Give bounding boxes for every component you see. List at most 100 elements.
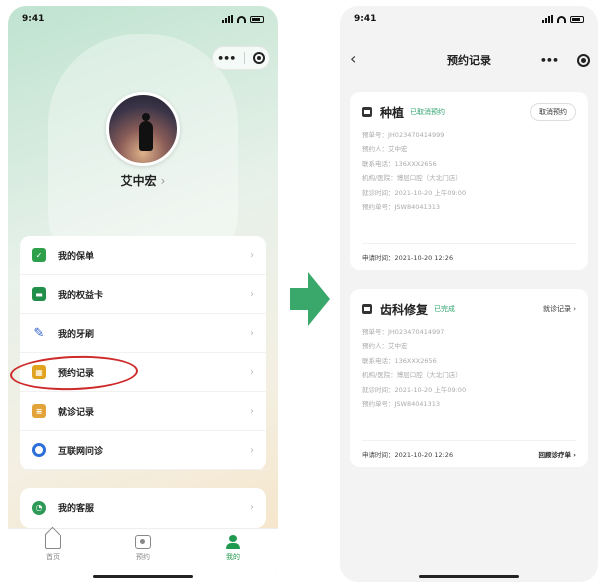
- chevron-right-icon: ›: [250, 502, 254, 513]
- appointment-title: 种植: [380, 105, 405, 120]
- status-time: 9:41: [22, 14, 45, 24]
- appointment-card: 种植 已取消预约 取消预约 预单号：JH023470414999 预约人：艾中宏…: [350, 92, 588, 270]
- field-row: 联系电话：136XXX2656: [362, 159, 437, 168]
- back-icon[interactable]: ‹: [350, 49, 356, 68]
- menu-label: 互联网问诊: [58, 446, 104, 457]
- tab-home[interactable]: 首页: [28, 535, 78, 582]
- card-icon: ▬: [32, 287, 46, 301]
- appointment-header: 齿科修复 已完成 就诊记录 ›: [362, 299, 576, 319]
- book-icon: [135, 535, 151, 549]
- home-indicator: [419, 575, 519, 578]
- chevron-right-icon: ›: [250, 249, 254, 261]
- signal-icon: [542, 15, 553, 23]
- profile-menu: ✓ 我的保单 › ▬ 我的权益卡 › ✎ 我的牙刷 › ▦ 预约记录 › ≡ 就: [9, 236, 266, 470]
- appointment-card: 齿科修复 已完成 就诊记录 › 预单号：JH023470414997 预约人：艾…: [350, 289, 588, 467]
- field-row: 预约人：艾中宏: [362, 145, 408, 154]
- field-row: 就诊时间：2021-10-20 上午09:00: [362, 188, 467, 197]
- home-indicator: [93, 575, 193, 578]
- menu-label: 我的保单: [58, 251, 95, 262]
- close-icon[interactable]: [252, 52, 265, 64]
- page-title: 预约记录: [447, 54, 491, 67]
- cancel-appointment-button[interactable]: 取消预约: [530, 103, 576, 121]
- menu-item-benefit-card[interactable]: ▬ 我的权益卡 ›: [20, 275, 266, 314]
- appointment-header: 种植 已取消预约 取消预约: [362, 102, 576, 122]
- avatar-silhouette: [139, 113, 153, 151]
- field-row: 就诊时间：2021-10-20 上午09:00: [362, 385, 467, 394]
- field-row: 预约人：艾中宏: [362, 342, 408, 351]
- nav-bar: ‹ 预约记录 •••: [340, 46, 598, 74]
- menu-item-appointments[interactable]: ▦ 预约记录 ›: [20, 353, 266, 392]
- tab-bar: 首页 预约 我的: [8, 528, 278, 582]
- appointment-fields: 预单号：JH023470414997 预约人：艾中宏 联系电话：136XXX26…: [362, 325, 576, 411]
- menu-label: 我的客服: [58, 504, 95, 514]
- menu-item-toothbrush[interactable]: ✎ 我的牙刷 ›: [20, 314, 266, 353]
- menu-label: 我的牙刷: [58, 329, 95, 340]
- menu-label: 我的权益卡: [58, 290, 104, 301]
- capsule-divider: [243, 52, 245, 64]
- signal-icon: [222, 15, 233, 23]
- wifi-icon: [237, 15, 246, 23]
- chevron-right-icon: ›: [250, 288, 254, 300]
- home-icon: [45, 535, 61, 549]
- status-bar: 9:41: [8, 6, 278, 32]
- calendar-icon: [362, 304, 372, 314]
- battery-icon: [250, 15, 264, 23]
- status-badge: 已取消预约: [410, 108, 446, 116]
- system-icons: [222, 15, 264, 23]
- tab-mine[interactable]: 我的: [208, 535, 258, 582]
- toothbrush-icon: ✎: [33, 325, 45, 341]
- appointment-records-screen: 9:41 ‹ 预约记录 ••• 种植 已取消预约 取消预约 预单号：JH0234…: [340, 6, 598, 582]
- review-record-link[interactable]: 回顾诊疗单 ›: [539, 449, 576, 459]
- document-icon: ≡: [32, 404, 46, 418]
- user-icon: [225, 535, 241, 549]
- menu-item-online-consult[interactable]: 互联网问诊 ›: [20, 431, 266, 470]
- appointment-title: 齿科修复: [380, 302, 429, 317]
- chevron-right-icon: ›: [250, 366, 254, 378]
- tab-label: 预约: [136, 553, 150, 561]
- field-row: 预单号：JH023470414999: [362, 131, 445, 139]
- status-bar: 9:41: [340, 6, 598, 32]
- field-row: 预单号：JH023470414997: [362, 328, 445, 336]
- service-icon: ◔: [32, 500, 46, 515]
- chat-icon: [32, 443, 46, 457]
- visit-record-link[interactable]: 就诊记录 ›: [543, 304, 576, 314]
- field-row: 联系电话：136XXX2656: [362, 356, 437, 365]
- appointment-fields: 预单号：JH023470414999 预约人：艾中宏 联系电话：136XXX26…: [362, 128, 576, 214]
- service-menu: ◔ 我的客服 ›: [20, 488, 266, 528]
- field-row: 预约单号：JSW84041313: [362, 399, 441, 408]
- tab-label: 首页: [46, 553, 60, 561]
- apply-time: 申请时间：2021-10-20 12:26: [362, 451, 454, 459]
- appointment-footer: 申请时间：2021-10-20 12:26: [362, 243, 576, 262]
- menu-item-customer-service[interactable]: ◔ 我的客服 ›: [20, 488, 266, 527]
- calendar-icon: ▦: [32, 365, 46, 379]
- menu-item-visit-records[interactable]: ≡ 就诊记录 ›: [20, 392, 266, 431]
- field-row: 机构/医院：博层口腔（大北门店）: [362, 174, 462, 183]
- appointment-footer: 申请时间：2021-10-20 12:26 回顾诊疗单 ›: [362, 440, 576, 459]
- chevron-right-icon: ›: [160, 174, 166, 188]
- status-time: 9:41: [354, 14, 377, 24]
- tab-label: 我的: [226, 553, 240, 561]
- system-icons: [542, 15, 584, 23]
- menu-label: 就诊记录: [58, 407, 95, 418]
- screenshot-canvas: 9:41 ••• 艾中宏 › ✓ 我的保单 › ▬ 我的权益卡 › ✎ 我的牙刷…: [0, 0, 599, 585]
- username-link[interactable]: 艾中宏 ›: [8, 172, 278, 189]
- chevron-right-icon: ›: [250, 405, 254, 417]
- menu-item-policy[interactable]: ✓ 我的保单 ›: [20, 236, 266, 275]
- field-row: 预约单号：JSW84041313: [362, 202, 441, 211]
- calendar-icon: [362, 107, 372, 117]
- status-badge: 已完成: [434, 305, 456, 313]
- field-row: 机构/医院：博层口腔（大北门店）: [362, 371, 462, 380]
- close-icon[interactable]: [577, 53, 590, 67]
- apply-time: 申请时间：2021-10-20 12:26: [362, 254, 454, 262]
- chevron-right-icon: ›: [250, 327, 254, 339]
- miniapp-capsule: •••: [212, 46, 270, 70]
- more-icon[interactable]: •••: [540, 54, 559, 67]
- more-icon[interactable]: •••: [217, 52, 236, 65]
- menu-label: 预约记录: [58, 368, 95, 379]
- username: 艾中宏: [120, 174, 157, 188]
- chevron-right-icon: ›: [250, 444, 254, 456]
- avatar[interactable]: [106, 92, 180, 166]
- shield-icon: ✓: [32, 248, 46, 262]
- battery-icon: [570, 15, 584, 23]
- flow-arrow-icon: [290, 272, 330, 326]
